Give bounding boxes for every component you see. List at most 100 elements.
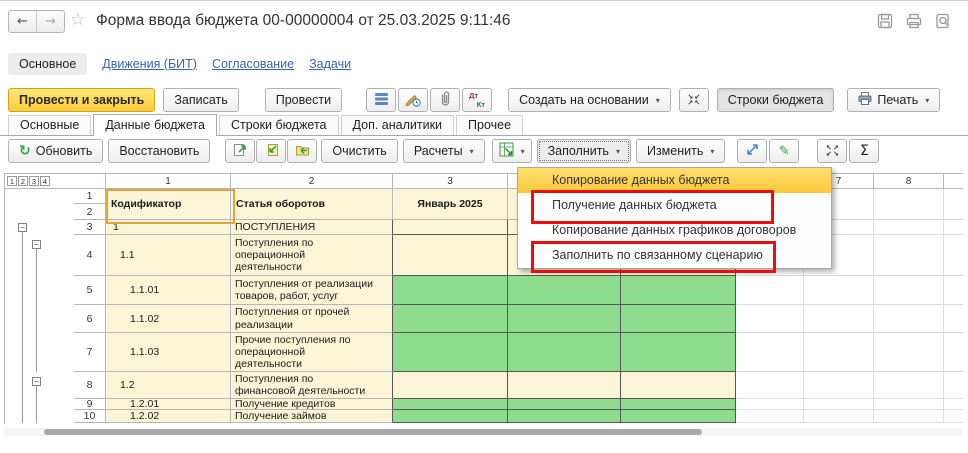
cell-empty-row5[interactable] bbox=[804, 276, 874, 305]
column-header-2[interactable]: 2 bbox=[231, 174, 393, 189]
collapse-groups-button[interactable]: ↘↙↗↖ bbox=[679, 88, 709, 112]
cell-data-row10-col4[interactable] bbox=[508, 410, 621, 423]
cell-data-row8-col3[interactable] bbox=[393, 372, 508, 399]
cell-data-row5-col5[interactable] bbox=[621, 276, 736, 305]
row-header-1[interactable]: 1 bbox=[74, 189, 106, 204]
cell-empty-row10[interactable] bbox=[804, 410, 874, 423]
cell-code-row5[interactable]: 1.1.01 bbox=[106, 276, 231, 305]
output-spreadsheet-button[interactable]: ▾ bbox=[492, 139, 532, 163]
print-button[interactable]: Печать▾ bbox=[847, 88, 940, 112]
tab-5[interactable]: Прочее bbox=[456, 115, 523, 135]
clear-button[interactable]: Очистить bbox=[321, 139, 397, 163]
forward-button[interactable]: → bbox=[36, 11, 64, 32]
cell-empty-row4[interactable] bbox=[874, 235, 944, 276]
row-header-2[interactable]: 2 bbox=[74, 204, 106, 220]
dtkt-button[interactable]: ДтКт bbox=[462, 88, 492, 112]
cell-article-row4[interactable]: Поступления по операционной деятельности bbox=[231, 235, 393, 276]
row-header-3[interactable]: 3 bbox=[74, 220, 106, 235]
cell-empty-row6[interactable] bbox=[736, 305, 804, 333]
save-button[interactable]: Записать bbox=[163, 88, 238, 112]
cell-article-row6[interactable]: Поступления от прочей реализации bbox=[231, 305, 393, 333]
cell-data-row3-col3[interactable] bbox=[393, 220, 508, 235]
navlink-movements[interactable]: Движения (БИТ) bbox=[102, 57, 197, 71]
cell-empty-row7[interactable] bbox=[804, 333, 874, 372]
register-list-button[interactable] bbox=[366, 88, 396, 112]
post-button[interactable]: Провести bbox=[265, 88, 342, 112]
horizontal-scrollbar-thumb[interactable] bbox=[44, 429, 702, 435]
tab-1[interactable]: Основные bbox=[8, 115, 91, 135]
cell-code-row4[interactable]: 1.1 bbox=[106, 235, 231, 276]
cell-data-row9-col5[interactable] bbox=[621, 399, 736, 410]
cell-data-row9-col3[interactable] bbox=[393, 399, 508, 410]
header-codifier[interactable]: Кодификатор bbox=[106, 189, 231, 220]
resize-area-button[interactable] bbox=[737, 139, 767, 163]
cell-code-row9[interactable]: 1.2.01 bbox=[106, 399, 231, 410]
header-article[interactable]: Статья оборотов bbox=[231, 189, 393, 220]
cell-code-row8[interactable]: 1.2 bbox=[106, 372, 231, 399]
export-data-button[interactable] bbox=[225, 139, 255, 163]
cell-empty-row7[interactable] bbox=[944, 333, 963, 372]
column-header-3[interactable]: 3 bbox=[393, 174, 508, 189]
cell-empty-row9[interactable] bbox=[804, 399, 874, 410]
cell-data-row6-col5[interactable] bbox=[621, 305, 736, 333]
import-data-button[interactable] bbox=[256, 139, 286, 163]
cell-data-row5-col4[interactable] bbox=[508, 276, 621, 305]
cell-data-row8-col5[interactable] bbox=[621, 372, 736, 399]
cell-data-row7-col5[interactable] bbox=[621, 333, 736, 372]
preview-icon[interactable] bbox=[934, 12, 952, 30]
cell-article-row9[interactable]: Получение кредитов bbox=[231, 399, 393, 410]
edit-timestamp-button[interactable] bbox=[398, 88, 428, 112]
row-header-8[interactable]: 8 bbox=[74, 372, 106, 399]
cell-article-row10[interactable]: Получение займов bbox=[231, 410, 393, 423]
cell-data-row7-col4[interactable] bbox=[508, 333, 621, 372]
cell-empty-row7[interactable] bbox=[874, 333, 944, 372]
cell-empty-row8[interactable] bbox=[736, 372, 804, 399]
cell-code-row3[interactable]: 1 bbox=[106, 220, 231, 235]
edit-cell-button[interactable]: ✎ bbox=[769, 139, 799, 163]
column-header-9[interactable] bbox=[944, 174, 963, 189]
cell-data-row4-col3[interactable] bbox=[393, 235, 508, 276]
expand-groups-button[interactable]: ↖↗↙↘ bbox=[817, 139, 847, 163]
cell-empty-row8[interactable] bbox=[874, 372, 944, 399]
cell-empty-row10[interactable] bbox=[874, 410, 944, 423]
cell-article-row7[interactable]: Прочие поступления по операционной деяте… bbox=[231, 333, 393, 372]
column-header-1[interactable]: 1 bbox=[106, 174, 231, 189]
row-header-5[interactable]: 5 bbox=[74, 276, 106, 305]
navlink-tasks[interactable]: Задачи bbox=[309, 57, 351, 71]
column-header-8[interactable]: 8 bbox=[874, 174, 944, 189]
header-empty[interactable] bbox=[874, 189, 944, 220]
print-icon[interactable] bbox=[905, 12, 923, 30]
cell-data-row9-col4[interactable] bbox=[508, 399, 621, 410]
refresh-button[interactable]: ↻ Обновить bbox=[8, 139, 103, 163]
cell-empty-row3[interactable] bbox=[874, 220, 944, 235]
row-header-9[interactable]: 9 bbox=[74, 399, 106, 410]
navlink-approval[interactable]: Согласование bbox=[212, 57, 294, 71]
cell-empty-row7[interactable] bbox=[736, 333, 804, 372]
cell-data-row8-col4[interactable] bbox=[508, 372, 621, 399]
cell-empty-row6[interactable] bbox=[874, 305, 944, 333]
cell-data-row7-col3[interactable] bbox=[393, 333, 508, 372]
cell-code-row6[interactable]: 1.1.02 bbox=[106, 305, 231, 333]
group-collapse-toggle[interactable]: − bbox=[32, 377, 41, 386]
back-button[interactable]: ← bbox=[9, 11, 36, 32]
save-icon[interactable] bbox=[876, 12, 894, 30]
cell-article-row5[interactable]: Поступления от реализации товаров, работ… bbox=[231, 276, 393, 305]
autosum-button[interactable]: Σ bbox=[849, 139, 879, 163]
cell-data-row6-col4[interactable] bbox=[508, 305, 621, 333]
cell-empty-row5[interactable] bbox=[736, 276, 804, 305]
budget-lines-button[interactable]: Строки бюджета bbox=[717, 88, 835, 112]
calculations-button[interactable]: Расчеты▾ bbox=[403, 139, 485, 163]
cell-data-row6-col3[interactable] bbox=[393, 305, 508, 333]
row-header-4[interactable]: 4 bbox=[74, 235, 106, 276]
tab-4[interactable]: Доп. аналитики bbox=[341, 115, 455, 135]
group-level-button-2[interactable]: 2 bbox=[18, 176, 28, 186]
group-level-button-3[interactable]: 3 bbox=[29, 176, 39, 186]
cell-article-row8[interactable]: Поступления по финансовой деятельности bbox=[231, 372, 393, 399]
group-level-button-1[interactable]: 1 bbox=[7, 176, 17, 186]
cell-empty-row5[interactable] bbox=[874, 276, 944, 305]
favorite-star-icon[interactable]: ☆ bbox=[70, 10, 85, 30]
group-collapse-toggle[interactable]: − bbox=[32, 240, 41, 249]
menu-item-3[interactable]: Копирование данных графиков договоров bbox=[518, 218, 831, 243]
cell-empty-row6[interactable] bbox=[944, 305, 963, 333]
header-empty[interactable] bbox=[944, 189, 963, 220]
